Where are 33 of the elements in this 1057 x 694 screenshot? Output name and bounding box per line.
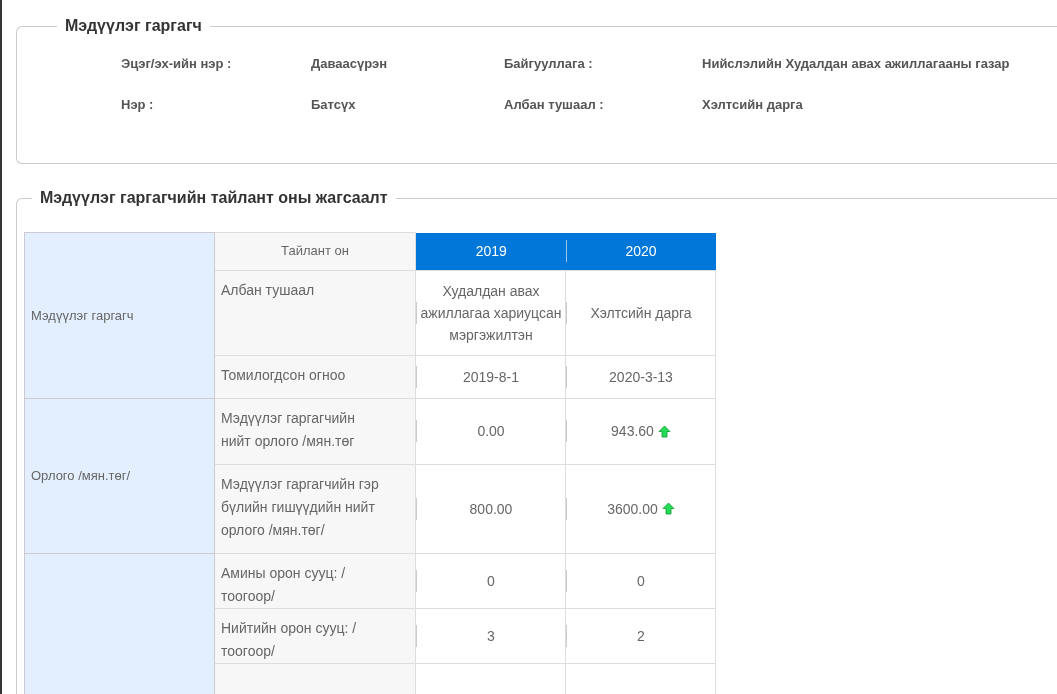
value-cell-text: 2020-3-13: [609, 367, 673, 387]
row-label-cell: Мэдүүлэг гаргагчийн нийт орлого /мян.төг: [214, 398, 416, 464]
year-header-cell: 2019: [415, 232, 566, 270]
row-label-cell: Амины орон сууц: /тоогоор/: [214, 553, 416, 608]
value-cell-text: 0.00: [477, 422, 505, 441]
row-label-cell: Мэдүүлэг гаргагчийн гэр бүлийн гишүүдийн нийт орлого /мян.төг/: [214, 464, 416, 553]
value-cell-text: Хэлтсийн дарга: [590, 303, 692, 323]
value-cell-text: 0: [487, 571, 495, 591]
group-cell: Мэдүүлэг гаргагч: [24, 232, 215, 398]
field-label: Албан тушаал :: [504, 95, 605, 114]
panel-title: Мэдүүлэг гаргагчийн тайлант оны жагсаалт: [39, 188, 389, 208]
value-cell-text: 0: [637, 571, 645, 591]
field-label: Байгууллага :: [504, 55, 594, 73]
field-value: Даваасүрэн: [311, 55, 389, 73]
value-cell-text: 2019-8-1: [462, 367, 519, 387]
field-value: Батсүх: [311, 95, 357, 114]
field-label: Эцэг/эх-ийн нэр :: [121, 55, 233, 73]
field-value: Хэлтсийн дарга: [702, 95, 804, 114]
value-cell-text: 2: [637, 626, 645, 646]
field-label: Нэр :: [121, 95, 155, 114]
value-cell-text: 800.00: [469, 499, 513, 519]
group-cell: Орлого /мян.төг/: [24, 398, 215, 553]
value-cell-text: 3: [487, 626, 495, 646]
row-label-cell: Томилогдсон огноо: [214, 355, 416, 398]
row-label-cell: Албан тушаал: [214, 270, 416, 355]
year-header-cell: 2020: [565, 232, 716, 270]
panel-title: Мэдүүлэг гаргагч: [64, 16, 203, 36]
value-cell-text: 3600.00: [607, 499, 658, 519]
row-label-cell: Нийтийн орон сууц: /тоогоор/: [214, 608, 416, 663]
value-cell-text: 943.60: [611, 422, 654, 441]
value-cell-text: Худалдан авах ажиллагаа хариуцсан мэргэжилтэн: [419, 281, 563, 345]
field-value: Нийслэлийн Худалдан авах ажиллагааны газар: [702, 55, 1011, 73]
header-label-cell: Тайлант он: [214, 232, 416, 270]
